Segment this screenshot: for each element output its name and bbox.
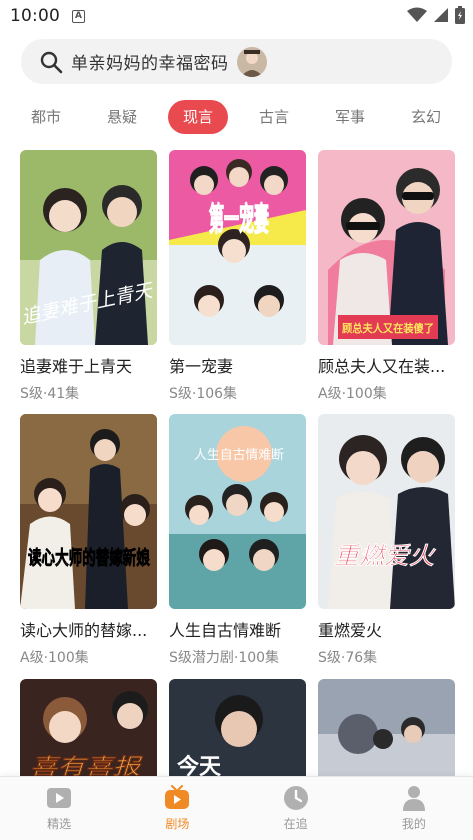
tab-xuanhuan[interactable]: 玄幻 — [396, 100, 456, 134]
play-square-icon — [47, 788, 72, 808]
signal-icon — [434, 8, 448, 22]
poster-image — [318, 679, 455, 776]
poster-logo: 读心大师的替嫁新娘 — [28, 546, 151, 569]
clock-icon — [283, 786, 308, 810]
drama-card[interactable]: 顾总夫人又在装傻了 顾总夫人又在装... A级·100集 — [318, 150, 455, 403]
search-thumbnail — [236, 46, 267, 77]
drama-card[interactable]: 人生自古情难断 人生自古情难断 S级潜力剧·100集 — [169, 414, 306, 667]
person-icon — [402, 786, 425, 811]
poster-image: 读心大师的替嫁新娘 — [20, 414, 157, 609]
wifi-icon — [407, 7, 427, 22]
poster-image: 今天 — [169, 679, 306, 776]
search-hint: 单亲妈妈的幸福密码 — [71, 54, 229, 74]
tab-guyan[interactable]: 古言 — [244, 100, 304, 134]
status-time: 10:00 — [10, 6, 60, 26]
poster-logo: 第一宠妻 — [209, 200, 269, 238]
battery-icon — [455, 6, 465, 24]
drama-card[interactable]: 喜有喜报 — [20, 679, 157, 776]
nav-jingxuan[interactable]: 精选 — [0, 777, 118, 840]
drama-card[interactable]: 第一宠妻 第一宠妻 S级·106集 — [169, 150, 306, 403]
drama-meta: A级·100集 — [20, 650, 89, 666]
nav-label: 我的 — [401, 817, 426, 831]
nav-wode[interactable]: 我的 — [355, 777, 473, 840]
drama-meta: S级·76集 — [318, 650, 378, 666]
nav-label: 剧场 — [165, 817, 190, 831]
poster-logo: 人生自古情难断 — [194, 448, 284, 463]
nav-zaizhui[interactable]: 在追 — [237, 777, 355, 840]
nav-label: 精选 — [47, 817, 72, 831]
drama-title: 人生自古情难断 — [169, 621, 282, 640]
poster-image: 顾总夫人又在装傻了 — [318, 150, 455, 345]
tab-xuanyi[interactable]: 悬疑 — [92, 100, 152, 134]
poster-image: 喜有喜报 — [20, 679, 157, 776]
drama-card[interactable]: 追妻难于上青天 追妻难于上青天 S级·41集 — [20, 150, 157, 403]
drama-meta: S级潜力剧·100集 — [169, 650, 280, 666]
poster-logo: 顾总夫人又在装傻了 — [342, 321, 434, 335]
drama-title: 读心大师的替嫁... — [20, 621, 148, 640]
bottom-nav: 精选 剧场 在追 我的 — [0, 776, 473, 840]
poster-image: 追妻难于上青天 — [20, 150, 157, 345]
tab-xianyan[interactable]: 现言 — [168, 100, 228, 134]
drama-meta: A级·100集 — [318, 386, 387, 402]
drama-title: 第一宠妻 — [169, 357, 234, 376]
drama-title: 追妻难于上青天 — [20, 357, 133, 376]
nav-juchang[interactable]: 剧场 — [118, 777, 236, 840]
drama-card[interactable]: 读心大师的替嫁新娘 读心大师的替嫁... A级·100集 — [20, 414, 157, 667]
notification-icon: A — [72, 9, 85, 23]
poster-logo: 喜有喜报 — [30, 755, 144, 776]
drama-title: 顾总夫人又在装... — [318, 357, 446, 376]
drama-title: 重燃爱火 — [318, 621, 383, 640]
category-tabs: 都市 悬疑 现言 古言 军事 玄幻 — [0, 100, 473, 134]
poster-image: 第一宠妻 — [169, 150, 306, 345]
drama-card[interactable]: 今天 — [169, 679, 306, 776]
poster-logo: 今天 — [177, 754, 222, 776]
status-bar: 10:00 A — [0, 0, 473, 32]
poster-image: 重燃爱火 — [318, 414, 455, 609]
status-icons — [407, 6, 465, 24]
poster-logo: 重燃爱火 — [334, 542, 436, 570]
nav-label: 在追 — [283, 817, 308, 831]
drama-meta: S级·106集 — [169, 386, 238, 402]
tab-dushi[interactable]: 都市 — [16, 100, 76, 134]
drama-grid: 追妻难于上青天 追妻难于上青天 S级·41集 第一宠妻 第一宠妻 S级·106集 — [20, 150, 456, 776]
drama-card[interactable]: 重燃爱火 重燃爱火 S级·76集 — [318, 414, 455, 667]
tab-junshi[interactable]: 军事 — [320, 100, 380, 134]
poster-image: 人生自古情难断 — [169, 414, 306, 609]
search-bar[interactable]: 单亲妈妈的幸福密码 — [21, 39, 452, 84]
search-icon — [40, 51, 63, 73]
drama-card[interactable] — [318, 679, 455, 776]
tv-icon — [165, 785, 190, 809]
drama-meta: S级·41集 — [20, 386, 80, 402]
